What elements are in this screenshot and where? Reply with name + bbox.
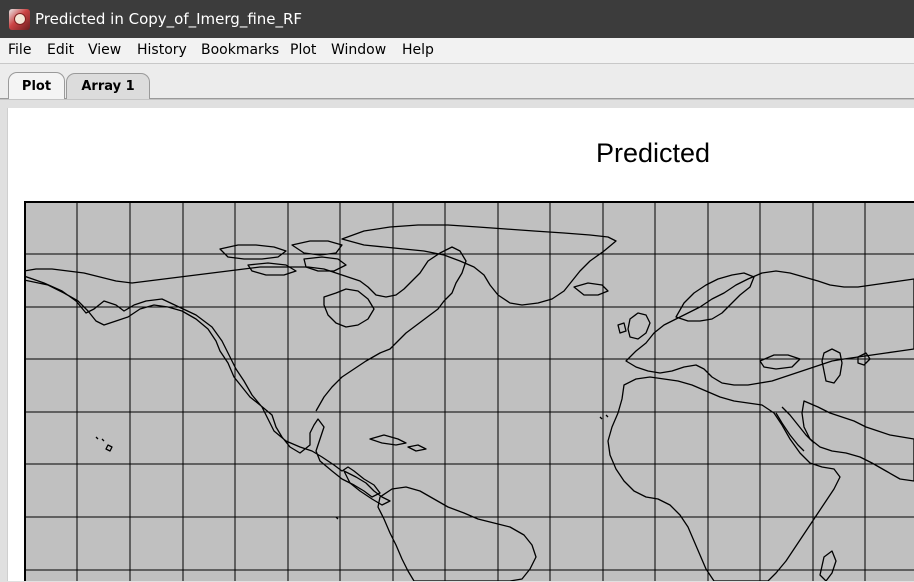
app-logo-icon [9,9,30,30]
menu-view[interactable]: View [88,42,121,59]
menu-edit[interactable]: Edit [47,42,74,59]
menu-file[interactable]: File [8,42,31,59]
menu-window[interactable]: Window [331,42,386,59]
plot-title: Predicted [596,138,711,168]
menu-bar: File Edit View History Bookmarks Plot Wi… [0,38,914,64]
window-title: Predicted in Copy_of_Imerg_fine_RF [35,10,303,28]
menu-history[interactable]: History [137,42,187,59]
menu-help[interactable]: Help [402,42,434,59]
menu-plot[interactable]: Plot [290,42,316,59]
title-bar: Predicted in Copy_of_Imerg_fine_RF [0,0,914,38]
tab-array-1[interactable]: Array 1 [66,73,150,99]
menu-bookmarks[interactable]: Bookmarks [201,42,279,59]
tab-strip: Plot Array 1 [0,64,914,100]
world-map[interactable] [24,201,914,581]
tab-plot[interactable]: Plot [8,72,65,99]
map-frame [24,201,914,581]
